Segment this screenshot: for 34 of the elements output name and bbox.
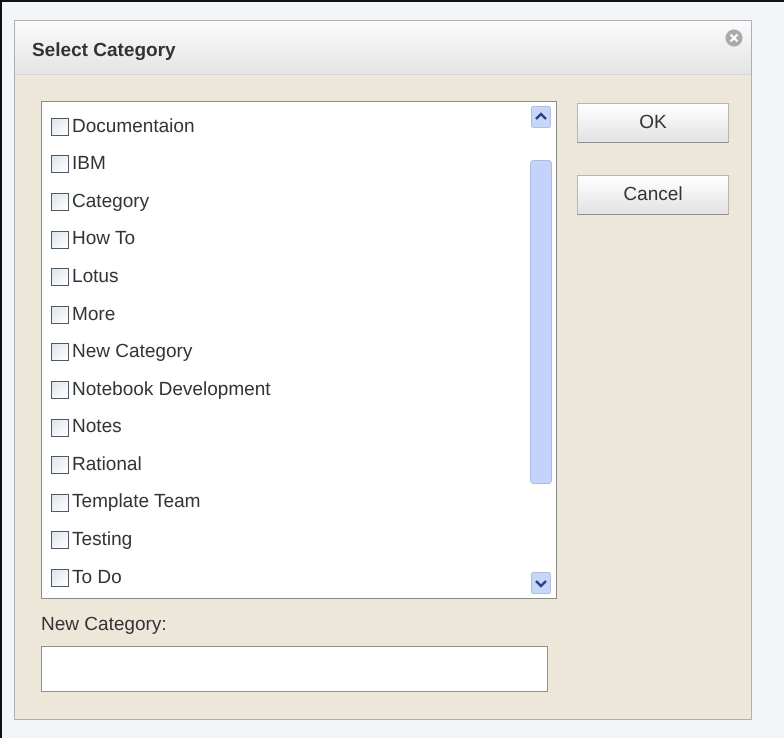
checkbox[interactable] xyxy=(51,343,69,362)
category-label[interactable]: How To xyxy=(72,225,136,254)
scrollbar-thumb[interactable] xyxy=(530,160,552,484)
category-label[interactable]: Notebook Development xyxy=(72,376,271,404)
checkbox[interactable] xyxy=(51,192,69,211)
category-label[interactable]: Template Team xyxy=(72,488,200,517)
category-label[interactable]: Lotus xyxy=(72,262,118,292)
scroll-down-icon[interactable] xyxy=(530,572,550,594)
checkbox[interactable] xyxy=(51,494,69,512)
category-label[interactable]: Notes xyxy=(72,413,122,442)
checkbox[interactable] xyxy=(51,418,69,437)
cancel-button[interactable]: Cancel xyxy=(577,175,729,215)
scroll-up-icon[interactable] xyxy=(530,106,550,128)
ok-button[interactable]: OK xyxy=(577,103,729,143)
new-category-field[interactable] xyxy=(41,646,548,692)
category-label[interactable]: IBM xyxy=(72,150,106,179)
checkbox[interactable] xyxy=(51,531,69,550)
category-label[interactable]: Category xyxy=(72,188,150,216)
category-label[interactable]: More xyxy=(72,300,116,330)
category-label[interactable]: To Do xyxy=(72,564,122,592)
checkbox[interactable] xyxy=(51,118,69,136)
checkbox[interactable] xyxy=(51,230,69,249)
checkbox[interactable] xyxy=(51,456,69,474)
checkbox[interactable] xyxy=(51,568,69,587)
category-label[interactable]: New Category xyxy=(72,338,192,367)
category-label[interactable]: Documentaion xyxy=(72,112,195,142)
checkbox[interactable] xyxy=(51,380,69,399)
category-label[interactable]: Testing xyxy=(72,526,132,555)
category-label[interactable]: Rational xyxy=(72,450,142,480)
checkbox[interactable] xyxy=(51,268,69,286)
checkbox[interactable] xyxy=(51,155,69,174)
checkbox[interactable] xyxy=(51,306,69,324)
window-title: Select Category xyxy=(32,39,176,64)
new-category-label: New Category: xyxy=(41,613,168,637)
